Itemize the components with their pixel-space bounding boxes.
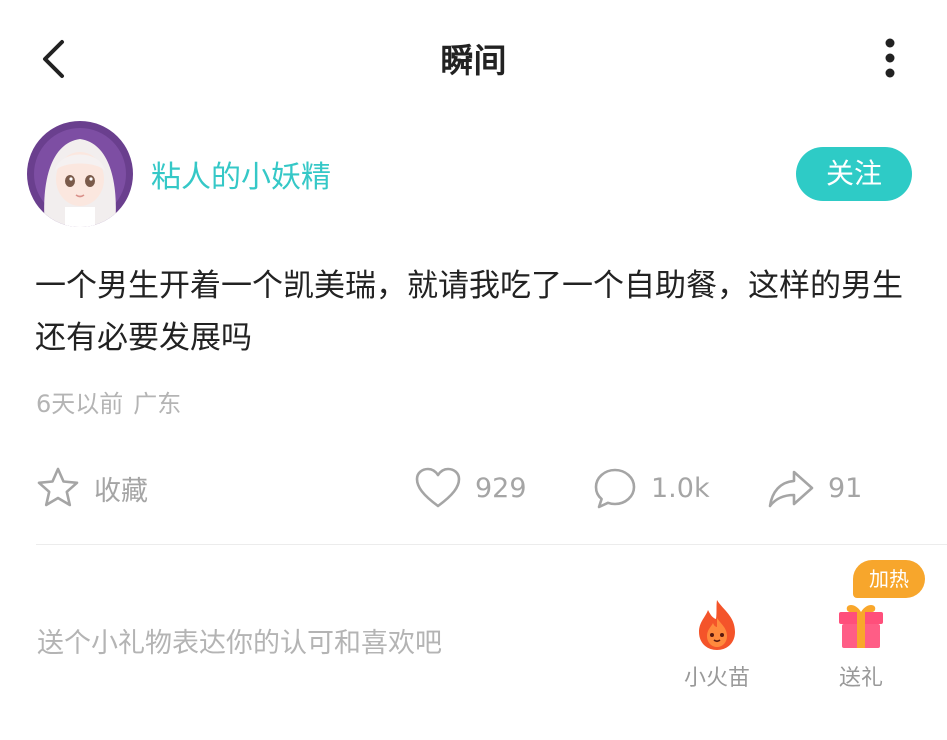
page-title: 瞬间 [440,41,507,80]
flame-icon [699,600,735,650]
divider [36,544,947,545]
flame-gift-button[interactable]: 小火苗 [672,598,762,692]
post-meta: 6天以前 广东 [36,384,181,419]
send-gift-label: 送礼 [838,666,883,691]
favorite-button[interactable]: 收藏 [34,462,148,514]
comment-bubble-icon [594,468,636,509]
send-gift-button[interactable]: 送礼 [816,598,906,692]
author-name[interactable]: 粘人的小妖精 [151,152,331,196]
gift-prompt: 送个小礼物表达你的认可和喜欢吧 [37,628,442,659]
top-bar: 瞬间 [0,0,947,112]
follow-button[interactable]: 关注 [796,147,912,201]
star-icon [37,467,79,507]
like-button[interactable]: 929 [413,462,527,514]
more-options-button[interactable] [870,36,910,82]
comment-count: 1.0k [651,472,710,504]
like-count: 929 [475,472,527,504]
post-time: 6天以前 [36,390,124,418]
post-text: 一个男生开着一个凯美瑞，就请我吃了一个自助餐，这样的男生还有必要发展吗 [35,268,903,356]
favorite-label: 收藏 [94,475,148,507]
share-button[interactable]: 91 [766,462,862,514]
more-vertical-icon [885,38,895,78]
post-location: 广东 [133,390,182,418]
share-arrow-icon [768,470,814,508]
avatar[interactable] [27,121,133,227]
boost-badge: 加热 [853,560,925,598]
heart-icon [415,467,461,508]
gift-box-icon [839,605,883,648]
flame-gift-label: 小火苗 [683,666,750,691]
share-count: 91 [828,472,863,504]
comment-button[interactable]: 1.0k [591,462,710,514]
